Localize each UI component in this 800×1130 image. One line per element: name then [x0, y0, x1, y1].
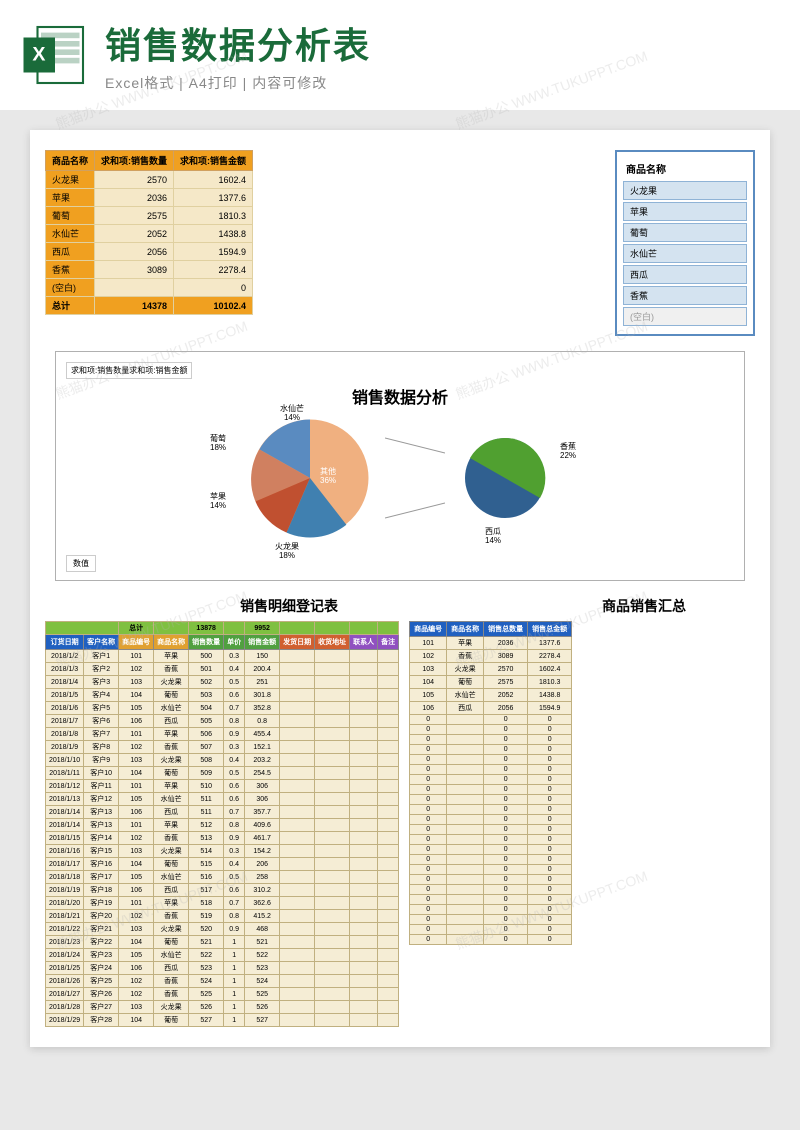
table-row: 2018/1/14客户13106西瓜5110.7357.7: [46, 806, 399, 819]
table-row: 000: [410, 895, 572, 905]
table-row: 2018/1/18客户17105水仙芒5160.5258: [46, 871, 399, 884]
pie-connector: [385, 418, 445, 538]
pivot-table: 商品名称求和项:销售数量求和项:销售金额 火龙果25701602.4苹果2036…: [45, 150, 253, 315]
slicer-item[interactable]: 水仙芒: [623, 244, 747, 263]
table-row: 2018/1/7客户6106西瓜5050.80.8: [46, 715, 399, 728]
table-row: 000: [410, 755, 572, 765]
table-row: 000: [410, 875, 572, 885]
table-row: 2018/1/20客户19101苹果5180.7362.6: [46, 897, 399, 910]
table-row: 2018/1/26客户25102香蕉5241524: [46, 975, 399, 988]
table-row: 2018/1/19客户18106西瓜5170.6310.2: [46, 884, 399, 897]
chart-title: 销售数据分析: [66, 384, 734, 408]
table-row: 000: [410, 835, 572, 845]
table-row: 2018/1/9客户8102香蕉5070.3152.1: [46, 741, 399, 754]
page-subtitle: Excel格式 | A4打印 | 内容可修改: [105, 73, 780, 93]
table-row: 2018/1/21客户20102香蕉5190.8415.2: [46, 910, 399, 923]
pie-sub: [455, 428, 555, 528]
slicer-item[interactable]: 苹果: [623, 202, 747, 221]
table-row: 2018/1/8客户7101苹果5060.9455.4: [46, 728, 399, 741]
table-row: 2018/1/27客户26102香蕉5251525: [46, 988, 399, 1001]
table-row: 2018/1/16客户15103火龙果5140.3154.2: [46, 845, 399, 858]
table-row: 106西瓜20561594.9: [410, 702, 572, 715]
table-row: 000: [410, 865, 572, 875]
table-row: 000: [410, 775, 572, 785]
table-row: 2018/1/24客户23105水仙芒5221522: [46, 949, 399, 962]
chart-legend: 求和项:销售数量求和项:销售金额: [66, 362, 192, 379]
table-row: 000: [410, 925, 572, 935]
table-row: 101苹果20361377.6: [410, 637, 572, 650]
table-row: 000: [410, 845, 572, 855]
table-row: 000: [410, 805, 572, 815]
pie-main: [245, 413, 375, 543]
table-row: 000: [410, 915, 572, 925]
table-row: 000: [410, 795, 572, 805]
table-row: 104葡萄25751810.3: [410, 676, 572, 689]
table-row: 000: [410, 715, 572, 725]
table-row: 2018/1/28客户27103火龙果5261526: [46, 1001, 399, 1014]
table-row: 2018/1/17客户16104葡萄5150.4206: [46, 858, 399, 871]
table-row: 2018/1/12客户11101苹果5100.6306: [46, 780, 399, 793]
table-row: 000: [410, 765, 572, 775]
table-row: 2018/1/5客户4104葡萄5030.6301.8: [46, 689, 399, 702]
table-row: 2018/1/14客户13101苹果5120.8409.6: [46, 819, 399, 832]
slicer-item[interactable]: 火龙果: [623, 181, 747, 200]
table-row: 2018/1/25客户24106西瓜5231523: [46, 962, 399, 975]
slicer-item[interactable]: 西瓜: [623, 265, 747, 284]
table-row: 2018/1/6客户5105水仙芒5040.7352.8: [46, 702, 399, 715]
svg-text:X: X: [32, 44, 45, 66]
detail-table: 总计138789952 订货日期客户名称商品编号商品名称销售数量单价销售金额发货…: [45, 621, 399, 1027]
table-row: 2018/1/13客户12105水仙芒5110.6306: [46, 793, 399, 806]
slicer-item[interactable]: 香蕉: [623, 286, 747, 305]
table-row: 2018/1/22客户21103火龙果5200.9468: [46, 923, 399, 936]
table-row: 103火龙果25701602.4: [410, 663, 572, 676]
summary-title: 商品销售汇总: [533, 596, 755, 616]
excel-icon: X: [20, 20, 90, 90]
chart-data-label: 数值: [66, 555, 96, 572]
table-row: 2018/1/2客户1101苹果5000.3150: [46, 650, 399, 663]
table-row: 000: [410, 735, 572, 745]
slicer-item[interactable]: 葡萄: [623, 223, 747, 242]
table-row: 000: [410, 745, 572, 755]
document-page: 商品名称求和项:销售数量求和项:销售金额 火龙果25701602.4苹果2036…: [30, 130, 770, 1047]
detail-title: 销售明细登记表: [45, 596, 533, 616]
slicer-panel: 商品名称 火龙果苹果葡萄水仙芒西瓜香蕉 (空白): [615, 150, 755, 336]
table-row: 000: [410, 935, 572, 945]
table-row: 000: [410, 825, 572, 835]
table-row: 2018/1/3客户2102香蕉5010.4200.4: [46, 663, 399, 676]
table-row: 2018/1/10客户9103火龙果5080.4203.2: [46, 754, 399, 767]
table-row: 000: [410, 905, 572, 915]
table-row: 105水仙芒20521438.8: [410, 689, 572, 702]
table-row: 2018/1/15客户14102香蕉5130.9461.7: [46, 832, 399, 845]
pie-chart: 求和项:销售数量求和项:销售金额 销售数据分析 水仙芒14% 葡萄18% 苹果1…: [55, 351, 745, 581]
table-row: 000: [410, 885, 572, 895]
table-row: 000: [410, 855, 572, 865]
slicer-title: 商品名称: [623, 158, 747, 179]
page-title: 销售数据分析表: [105, 17, 780, 69]
page-header: X 销售数据分析表 Excel格式 | A4打印 | 内容可修改: [0, 0, 800, 110]
table-row: 000: [410, 725, 572, 735]
table-row: 2018/1/23客户22104葡萄5211521: [46, 936, 399, 949]
summary-table: 商品编号商品名称销售总数量销售总金额 101苹果20361377.6102香蕉3…: [409, 621, 572, 945]
slicer-item-blank[interactable]: (空白): [623, 307, 747, 326]
table-row: 102香蕉30892278.4: [410, 650, 572, 663]
table-row: 000: [410, 815, 572, 825]
table-row: 2018/1/4客户3103火龙果5020.5251: [46, 676, 399, 689]
table-row: 000: [410, 785, 572, 795]
table-row: 2018/1/11客户10104葡萄5090.5254.5: [46, 767, 399, 780]
table-row: 2018/1/29客户28104葡萄5271527: [46, 1014, 399, 1027]
